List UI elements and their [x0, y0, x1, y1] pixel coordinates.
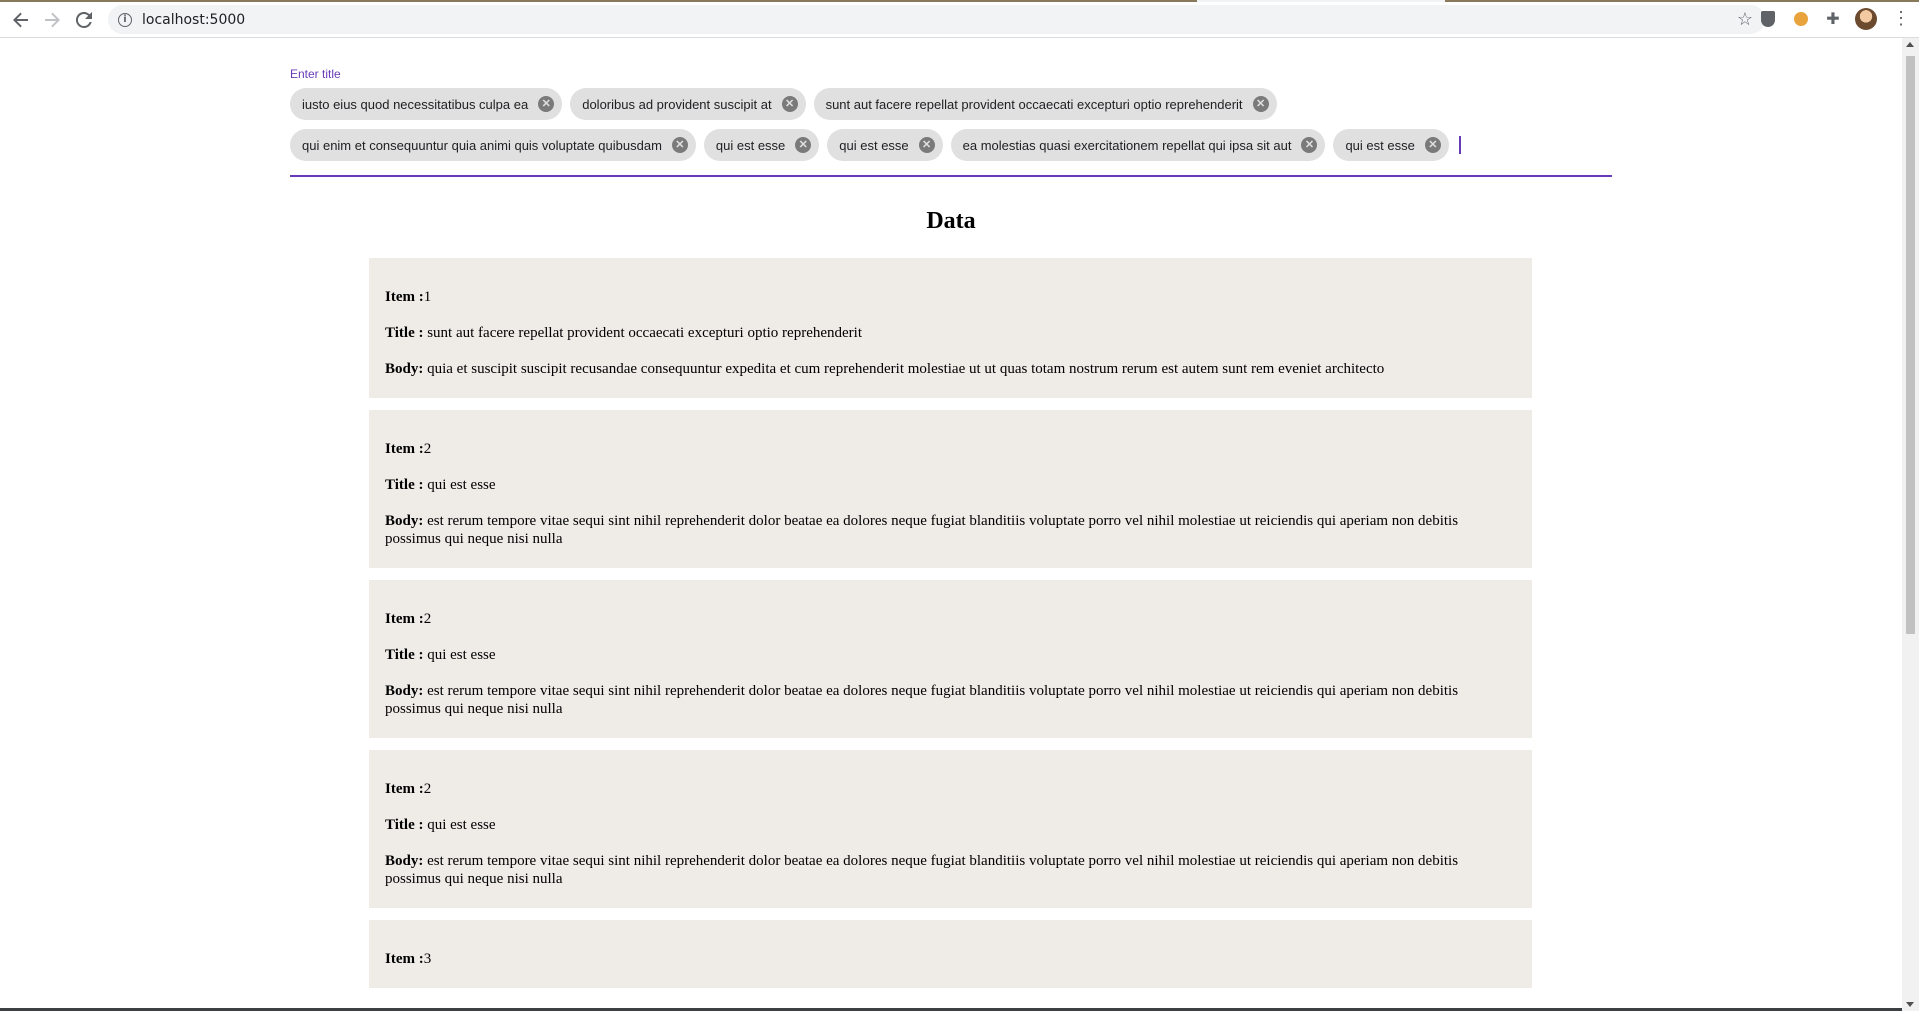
- title-chip[interactable]: ea molestias quasi exercitationem repell…: [950, 129, 1326, 161]
- chip-label: ea molestias quasi exercitationem repell…: [962, 137, 1292, 153]
- chip-delete-icon[interactable]: ✕: [1424, 137, 1441, 153]
- data-list: Item :1 Title : sunt aut facere repellat…: [369, 258, 1532, 1000]
- chip-label: doloribus ad provident suscipit at: [582, 96, 772, 112]
- body-label: Body:: [385, 513, 424, 529]
- item-label: Item :: [385, 611, 424, 627]
- scroll-up-arrow-icon[interactable]: [1906, 42, 1914, 47]
- tab-strip-segment: [0, 0, 1197, 2]
- reload-icon: [76, 12, 92, 28]
- title-label: Title :: [385, 477, 424, 493]
- item-label: Item :: [385, 441, 424, 457]
- data-card: Item :2 Title : qui est esse Body: est r…: [369, 410, 1532, 568]
- chip-delete-icon[interactable]: ✕: [1252, 96, 1269, 112]
- title-autocomplete[interactable]: Enter title iusto eius quod necessitatib…: [290, 66, 1612, 177]
- item-line: Item :2: [385, 780, 1516, 798]
- item-id: 2: [423, 781, 432, 797]
- chip-delete-icon[interactable]: ✕: [1301, 137, 1318, 153]
- title-chip[interactable]: doloribus ad provident suscipit at ✕: [570, 88, 806, 120]
- title-chip[interactable]: qui est esse ✕: [827, 129, 943, 161]
- scrollbar-thumb[interactable]: [1906, 56, 1915, 634]
- body-label: Body:: [385, 361, 424, 377]
- title-label: Title :: [385, 817, 424, 833]
- data-card: Item :1 Title : sunt aut facere repellat…: [369, 258, 1532, 398]
- item-line: Item :3: [385, 950, 1516, 968]
- item-line: Item :1: [385, 288, 1516, 306]
- chip-label: sunt aut facere repellat provident occae…: [825, 96, 1243, 112]
- scroll-down-arrow-icon[interactable]: [1906, 1002, 1914, 1007]
- body-line: Body: quia et suscipit suscipit recusand…: [385, 360, 1516, 378]
- chip-delete-icon[interactable]: ✕: [671, 137, 688, 153]
- body-line: Body: est rerum tempore vitae sequi sint…: [385, 852, 1516, 888]
- page-viewport: Enter title iusto eius quod necessitatib…: [0, 38, 1902, 1008]
- title-chip[interactable]: qui est esse ✕: [1333, 129, 1449, 161]
- title-label: Title :: [385, 647, 424, 663]
- extensions-puzzle-icon[interactable]: ✚: [1823, 9, 1843, 29]
- item-body: est rerum tempore vitae sequi sint nihil…: [385, 683, 1459, 717]
- chip-label: qui est esse: [715, 137, 786, 153]
- item-label: Item :: [385, 951, 424, 967]
- chip-label: qui est esse: [839, 137, 909, 153]
- chip-delete-icon[interactable]: ✕: [538, 96, 555, 112]
- data-card: Item :3: [369, 920, 1532, 988]
- item-title: sunt aut facere repellat provident occae…: [427, 325, 862, 341]
- item-line: Item :2: [385, 610, 1516, 628]
- item-title: qui est esse: [427, 647, 496, 663]
- item-label: Item :: [385, 289, 424, 305]
- forward-button[interactable]: [40, 8, 64, 32]
- tab-strip-segment: [1445, 0, 1919, 2]
- page-title: Data: [926, 208, 976, 234]
- chip-label: qui est esse: [1345, 137, 1415, 153]
- item-title: qui est esse: [427, 817, 496, 833]
- body-line: Body: est rerum tempore vitae sequi sint…: [385, 682, 1516, 718]
- profile-avatar[interactable]: [1855, 8, 1877, 30]
- cookie-extension-icon[interactable]: [1791, 9, 1811, 29]
- arrow-left-icon: [13, 12, 28, 28]
- item-line: Item :2: [385, 440, 1516, 458]
- bookmark-star-icon[interactable]: ☆: [1737, 9, 1753, 30]
- body-label: Body:: [385, 683, 424, 699]
- url-text: localhost:5000: [142, 11, 246, 28]
- data-card: Item :2 Title : qui est esse Body: est r…: [369, 580, 1532, 738]
- back-button[interactable]: [9, 8, 33, 32]
- reload-button[interactable]: [72, 8, 96, 32]
- item-body: quia et suscipit suscipit recusandae con…: [427, 361, 1385, 377]
- item-label: Item :: [385, 781, 424, 797]
- chip-list: iusto eius quod necessitatibus culpa ea …: [290, 82, 1612, 175]
- chip-delete-icon[interactable]: ✕: [781, 96, 798, 112]
- item-id: 1: [423, 289, 432, 305]
- item-id: 2: [423, 441, 432, 457]
- arrow-right-icon: [45, 12, 60, 28]
- shield-extension-icon[interactable]: [1758, 9, 1778, 29]
- chip-delete-icon[interactable]: ✕: [918, 137, 935, 153]
- title-chip[interactable]: sunt aut facere repellat provident occae…: [813, 88, 1277, 120]
- title-chip[interactable]: qui enim et consequuntur quia animi quis…: [290, 129, 696, 161]
- title-line: Title : qui est esse: [385, 646, 1516, 664]
- title-line: Title : qui est esse: [385, 476, 1516, 494]
- body-line: Body: est rerum tempore vitae sequi sint…: [385, 512, 1516, 548]
- title-line: Title : qui est esse: [385, 816, 1516, 834]
- item-id: 3: [423, 951, 432, 967]
- site-info-icon[interactable]: i: [118, 12, 132, 27]
- item-id: 2: [423, 611, 432, 627]
- page-scrollbar[interactable]: [1902, 38, 1919, 1011]
- body-label: Body:: [385, 853, 424, 869]
- item-body: est rerum tempore vitae sequi sint nihil…: [385, 513, 1459, 547]
- chip-delete-icon[interactable]: ✕: [795, 137, 812, 153]
- title-label: Title :: [385, 325, 424, 341]
- chip-label: iusto eius quod necessitatibus culpa ea: [302, 96, 529, 112]
- title-chip[interactable]: iusto eius quod necessitatibus culpa ea …: [290, 88, 563, 120]
- title-chip[interactable]: qui est esse ✕: [703, 129, 820, 161]
- chip-label: qui enim et consequuntur quia animi quis…: [302, 137, 662, 153]
- data-card: Item :2 Title : qui est esse Body: est r…: [369, 750, 1532, 908]
- text-input-caret[interactable]: [1458, 136, 1461, 154]
- item-body: est rerum tempore vitae sequi sint nihil…: [385, 853, 1459, 887]
- browser-toolbar: i localhost:5000 ☆ ✚ ⋮: [0, 0, 1919, 38]
- address-bar[interactable]: i localhost:5000 ☆: [108, 5, 1765, 34]
- browser-menu-icon[interactable]: ⋮: [1892, 8, 1910, 29]
- title-line: Title : sunt aut facere repellat provide…: [385, 324, 1516, 342]
- item-title: qui est esse: [427, 477, 496, 493]
- tab-strip-edge: [0, 0, 1919, 2]
- autocomplete-label: Enter title: [290, 67, 341, 81]
